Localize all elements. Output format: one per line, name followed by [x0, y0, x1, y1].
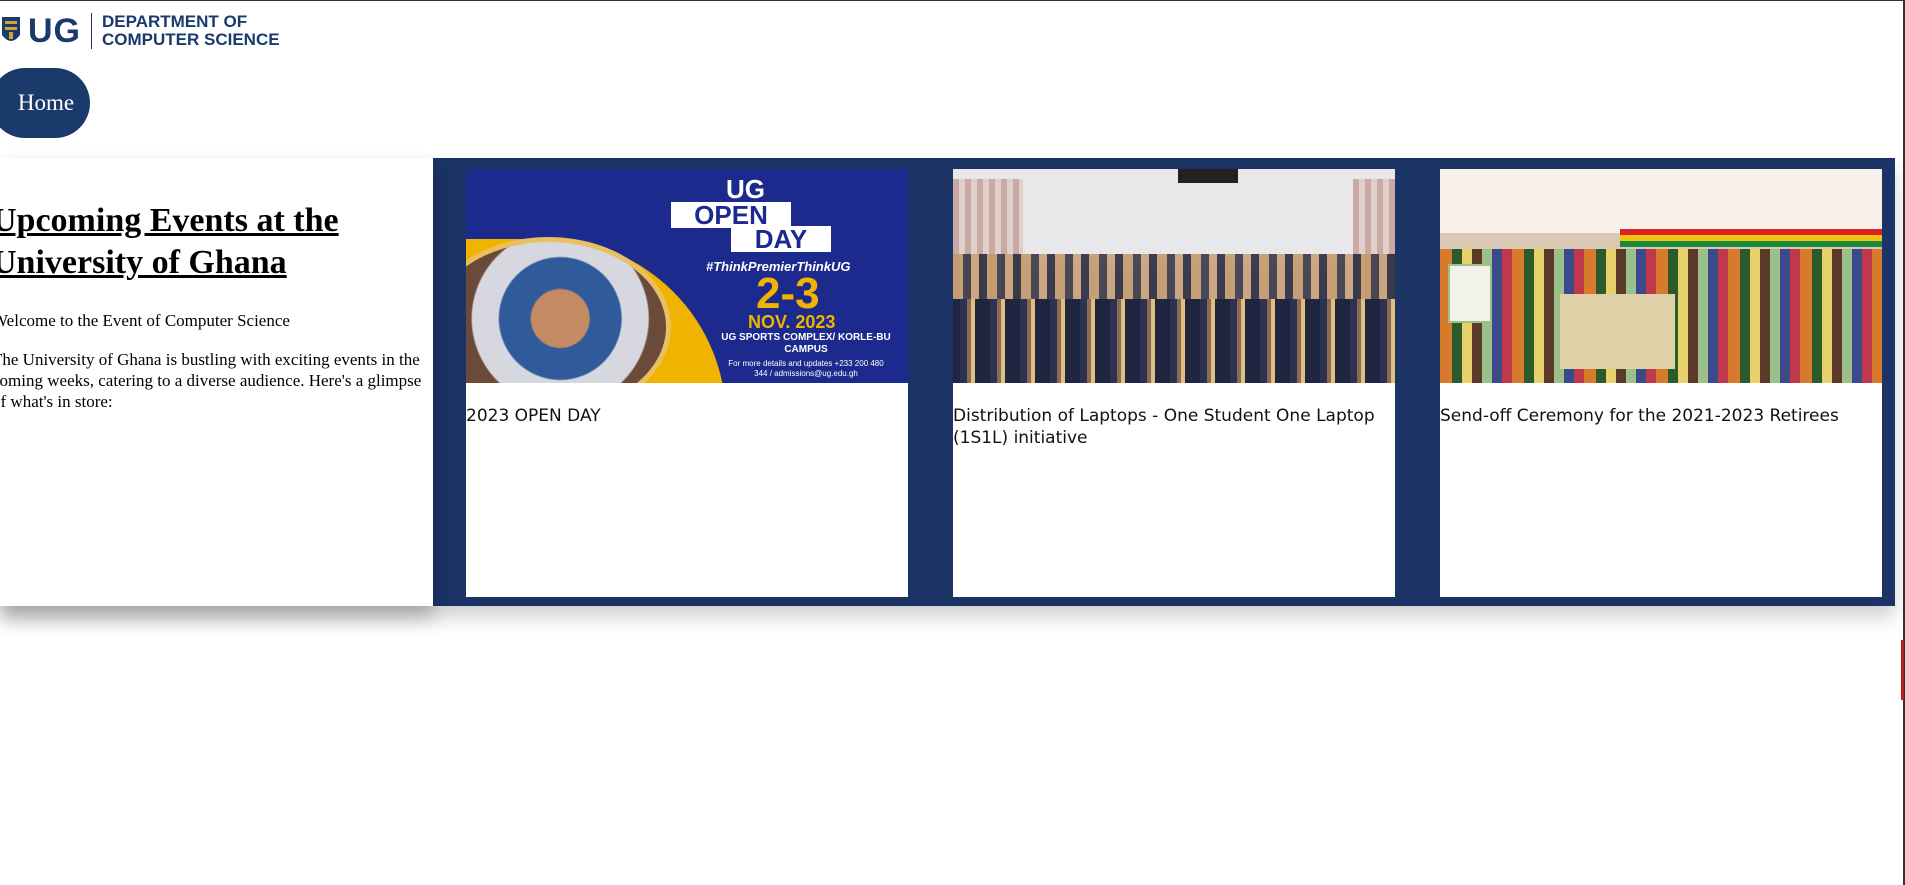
retirees-ceremony-photo — [1440, 169, 1882, 383]
logo-divider — [91, 13, 92, 49]
department-name-line2: COMPUTER SCIENCE — [102, 30, 280, 49]
event-caption: 2023 OPEN DAY — [466, 406, 601, 426]
top-border — [0, 0, 1905, 1]
event-card-retirees-send-off[interactable]: Send-off Ceremony for the 2021-2023 Reti… — [1440, 169, 1882, 597]
event-card-open-day[interactable]: UG OPEN DAY #ThinkPremierThinkUG 2-3 NOV… — [466, 169, 908, 597]
photo-certificate — [1448, 264, 1492, 323]
event-caption: Distribution of Laptops - One Student On… — [953, 406, 1375, 448]
poster-date: 2-3 — [756, 269, 820, 318]
event-card-laptop-distribution[interactable]: Distribution of Laptops - One Student On… — [953, 169, 1395, 597]
poster-day-text: DAY — [731, 226, 831, 252]
event-caption: Send-off Ceremony for the 2021-2023 Reti… — [1440, 406, 1839, 426]
photo-flag-bunting — [1620, 229, 1882, 247]
department-name: DEPARTMENT OF COMPUTER SCIENCE — [102, 13, 280, 49]
poster-month: NOV. 2023 — [748, 312, 836, 332]
open-day-poster-image: UG OPEN DAY #ThinkPremierThinkUG 2-3 NOV… — [466, 169, 908, 383]
scroll-indicator — [1901, 640, 1904, 700]
events-heading: Upcoming Events at the University of Gha… — [0, 200, 422, 284]
photo-projector-screen — [1178, 169, 1238, 183]
laptop-distribution-photo — [953, 169, 1395, 383]
home-button[interactable]: Home — [0, 68, 90, 138]
department-name-line1: DEPARTMENT OF — [102, 12, 248, 31]
welcome-text: Welcome to the Event of Computer Science — [0, 311, 290, 330]
university-crest-icon — [2, 17, 20, 41]
events-description: The University of Ghana is bustling with… — [0, 350, 422, 411]
poster-contact: For more details and updates +233 200 48… — [728, 359, 884, 378]
events-heading-line1: Upcoming Events at the — [0, 202, 339, 239]
photo-crowd-front — [953, 299, 1395, 383]
department-logo[interactable]: UG DEPARTMENT OF COMPUTER SCIENCE — [0, 10, 280, 52]
logo-ug-text: UG — [28, 11, 81, 50]
poster-venue: UG SPORTS COMPLEX/ KORLE-BU CAMPUS — [721, 332, 891, 355]
events-heading-line2: University of Ghana — [0, 244, 287, 281]
events-intro-panel: Upcoming Events at the University of Gha… — [0, 158, 433, 606]
poster-students-photo — [466, 237, 671, 383]
photo-gift-box — [1560, 294, 1675, 369]
